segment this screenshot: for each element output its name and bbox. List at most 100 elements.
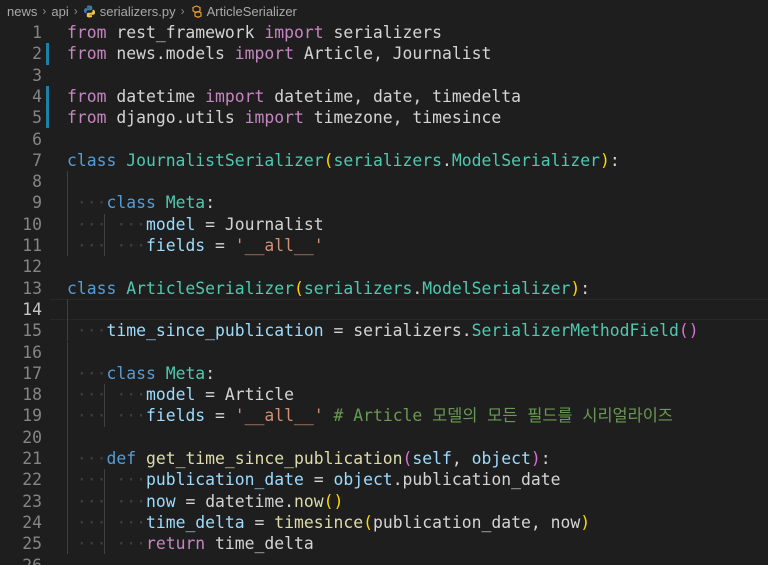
token: SerializerMethodField: [471, 321, 679, 341]
token: (): [323, 491, 344, 511]
token: Article, Journalist: [294, 44, 492, 64]
code-line[interactable]: 5 from django.utils import timezone, time…: [0, 107, 768, 129]
code-line[interactable]: 19 ··· ···fields = '__all__' # Article 모…: [0, 405, 768, 427]
code-line[interactable]: 13 class ArticleSerializer(serializers.Mo…: [0, 278, 768, 299]
code-text: ··· ···publication_date = object.publica…: [67, 469, 561, 490]
token: return: [145, 534, 206, 554]
code-line[interactable]: 12: [0, 256, 768, 277]
indent-guide: [67, 171, 68, 193]
line-number: 3: [32, 65, 42, 85]
token: import: [264, 23, 324, 42]
code-text: from django.utils import timezone, times…: [67, 107, 501, 128]
token: =: [244, 512, 275, 532]
code-text: ··· ···fields = '__all__' # Article 모델의 …: [67, 405, 673, 426]
token: =: [175, 491, 206, 511]
token: fields: [145, 236, 206, 255]
code-line[interactable]: 16: [0, 341, 768, 363]
code-text: from news.models import Article, Journal…: [67, 43, 491, 64]
code-line[interactable]: 1 from rest_framework import serializers: [0, 22, 768, 43]
line-number: 4: [32, 86, 42, 106]
code-line[interactable]: 3: [0, 65, 768, 86]
line-number: 2: [32, 44, 42, 64]
token: (: [323, 150, 334, 170]
whitespace-marker: ···: [67, 363, 107, 383]
token: Meta: [165, 363, 206, 383]
token: :: [540, 449, 551, 468]
breadcrumb-item-file[interactable]: serializers.py: [100, 4, 176, 19]
token: datetime.: [205, 491, 294, 511]
token: def: [106, 449, 137, 468]
line-number: 25: [22, 534, 42, 554]
code-line[interactable]: 21 ···def get_time_since_publication(sel…: [0, 448, 768, 470]
code-line[interactable]: 17 ···class Meta:: [0, 362, 768, 385]
code-line[interactable]: 20: [0, 426, 768, 448]
token: '__all__': [234, 236, 324, 255]
code-text: class JournalistSerializer(serializers.M…: [67, 150, 620, 171]
code-line[interactable]: 24 ··· ···time_delta = timesince(publica…: [0, 511, 768, 534]
breadcrumb-separator-icon: ›: [73, 4, 78, 18]
token: datetime: [106, 86, 206, 106]
token: serializers: [333, 150, 443, 170]
line-number: 17: [22, 363, 42, 383]
code-line[interactable]: 8: [0, 171, 768, 193]
code-line[interactable]: 11 ··· ···fields = '__all__': [0, 235, 768, 257]
code-line[interactable]: 7 class JournalistSerializer(serializers.…: [0, 150, 768, 171]
whitespace-marker: ···: [67, 512, 107, 532]
line-number: 1: [32, 23, 42, 42]
code-editor[interactable]: 1 from rest_framework import serializers 2…: [0, 22, 768, 565]
code-line[interactable]: 22 ··· ···publication_date = object.publ…: [0, 469, 768, 491]
code-text: class ArticleSerializer(serializers.Mode…: [67, 278, 590, 299]
whitespace-marker: ···: [106, 470, 146, 490]
code-line[interactable]: 10 ··· ···model = Journalist: [0, 213, 768, 235]
token: import: [234, 44, 294, 64]
indent-guide: [67, 426, 68, 448]
token: .: [442, 150, 452, 170]
token: =: [303, 470, 334, 490]
code-line[interactable]: 25 ··· ···return time_delta: [0, 533, 768, 555]
code-line[interactable]: 9 ···class Meta:: [0, 192, 768, 214]
line-number: 7: [32, 150, 42, 170]
token: ): [599, 150, 610, 170]
code-text: ··· ···fields = '__all__': [67, 235, 324, 256]
token: (: [402, 449, 413, 468]
token: Journalist: [224, 214, 324, 234]
token: ModelSerializer: [422, 278, 571, 298]
token: model: [145, 385, 196, 405]
token: ): [570, 278, 581, 298]
token: ): [530, 449, 541, 468]
token: class: [106, 363, 156, 383]
whitespace-marker: ···: [67, 385, 107, 405]
modified-line-indicator: [46, 43, 49, 65]
token: =: [205, 406, 235, 426]
code-line[interactable]: 23 ··· ···now = datetime.now(): [0, 490, 768, 512]
line-number: 8: [32, 172, 42, 192]
whitespace-marker: ···: [106, 406, 146, 426]
line-number: 14: [22, 299, 42, 319]
token: object: [471, 449, 531, 468]
code-line[interactable]: 26: [0, 555, 768, 565]
code-line[interactable]: 4 from datetime import datetime, date, ti…: [0, 85, 768, 108]
line-number: 13: [22, 278, 42, 298]
token: timezone, timesince: [303, 108, 502, 128]
code-text: from rest_framework import serializers: [67, 22, 442, 43]
line-number: 19: [22, 406, 42, 426]
code-line[interactable]: 2 from news.models import Article, Journa…: [0, 43, 768, 65]
whitespace-marker: ···: [67, 406, 107, 426]
current-line-highlight: [50, 298, 768, 321]
whitespace-marker: ···: [106, 512, 146, 532]
breadcrumb-item-news[interactable]: news: [7, 4, 37, 19]
whitespace-marker: ···: [67, 449, 107, 468]
whitespace-marker: ···: [67, 470, 107, 490]
code-line[interactable]: 6: [0, 129, 768, 150]
code-text: ··· ···model = Journalist: [67, 214, 324, 235]
token: serializers: [323, 23, 443, 42]
code-line[interactable]: 18 ··· ···model = Article: [0, 384, 768, 406]
breadcrumb-item-symbol[interactable]: ArticleSerializer: [207, 4, 297, 19]
token: (: [363, 512, 373, 532]
code-line[interactable]: 15 ···time_since_publication = serialize…: [0, 320, 768, 342]
code-line[interactable]: 14: [0, 298, 768, 321]
token: import: [244, 108, 304, 128]
token: time_since_publication: [106, 321, 324, 341]
whitespace-marker: ···: [106, 214, 146, 234]
breadcrumb-item-api[interactable]: api: [51, 4, 68, 19]
